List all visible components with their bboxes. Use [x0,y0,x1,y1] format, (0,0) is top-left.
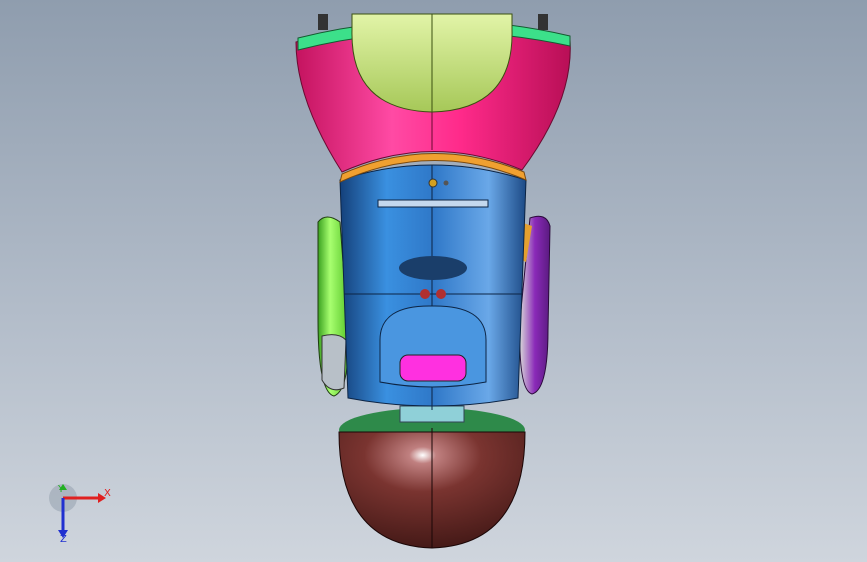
body-shell[interactable] [339,164,527,410]
coordinate-triad: X Y Z [49,484,111,544]
speaker-grille [399,256,467,280]
base-dome[interactable] [338,405,526,549]
camera-lens [428,178,438,188]
button-left [420,289,430,299]
bolt-left [318,14,328,30]
y-axis-label: Y [57,484,65,495]
sensor [443,180,449,186]
display [399,354,467,382]
x-axis-label: X [104,488,111,499]
bolt-right [538,14,548,30]
z-axis-label: Z [60,534,67,544]
cad-model-viewport[interactable] [0,0,867,562]
card-slot [377,199,489,208]
button-right [436,289,446,299]
